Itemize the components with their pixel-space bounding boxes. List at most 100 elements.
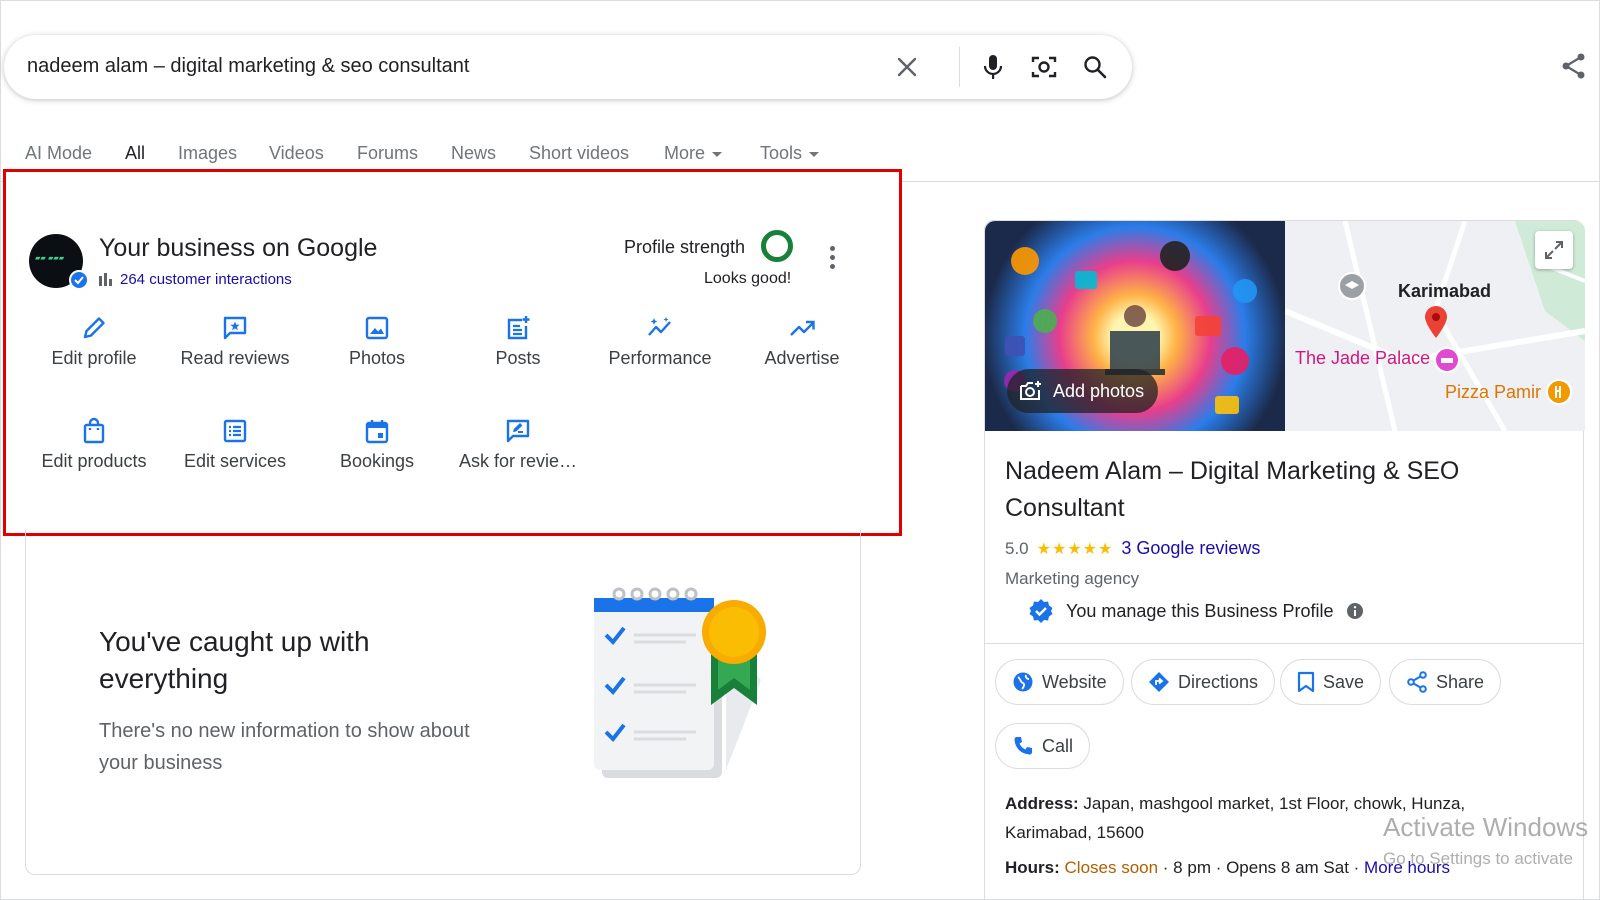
- checklist-award-illustration: [594, 587, 766, 778]
- ask-for-reviews-button[interactable]: Ask for revie…: [448, 417, 588, 472]
- rating-stars: ★★★★★: [1036, 540, 1114, 558]
- edit-services-button[interactable]: Edit services: [165, 417, 305, 472]
- tab-ai-mode[interactable]: AI Mode: [25, 143, 92, 164]
- search-input[interactable]: nadeem alam – digital marketing & seo co…: [27, 55, 469, 78]
- hours-status: Closes soon: [1064, 858, 1159, 877]
- logo-image: ▰▰ ▰▰▰: [35, 254, 65, 262]
- manage-profile-text: You manage this Business Profile: [1066, 600, 1334, 621]
- bar-chart-icon: [99, 273, 112, 286]
- search-bar[interactable]: nadeem alam – digital marketing & seo co…: [4, 35, 1132, 99]
- restaurant-icon: [1546, 379, 1572, 405]
- hours-label: Hours:: [1005, 858, 1060, 877]
- hotel-icon: [1434, 347, 1460, 373]
- action-label: Posts: [495, 348, 541, 368]
- map-poi-label: Pizza Pamir: [1445, 382, 1542, 402]
- search-divider: [959, 47, 960, 87]
- save-button[interactable]: Save: [1280, 659, 1382, 705]
- tab-more[interactable]: More: [664, 143, 723, 164]
- chevron-down-icon: [712, 151, 723, 157]
- phone-icon: [1014, 737, 1032, 755]
- search-icon[interactable]: [1080, 52, 1110, 82]
- tab-forums[interactable]: Forums: [357, 143, 418, 164]
- photos-button[interactable]: Photos: [307, 314, 447, 369]
- map-preview[interactable]: Karimabad The Jade Palace Pizza Pamir: [1285, 221, 1585, 431]
- business-category: Marketing agency: [1005, 569, 1140, 588]
- tab-tools[interactable]: Tools: [760, 143, 820, 164]
- action-label: Performance: [608, 348, 712, 368]
- call-label: Call: [1042, 735, 1074, 756]
- business-name: Nadeem Alam – Digital Marketing & SEO Co…: [1005, 457, 1460, 522]
- school-icon: [1338, 272, 1366, 300]
- shopping-bag-icon: [83, 417, 105, 444]
- action-label: Edit products: [41, 451, 147, 471]
- tab-videos[interactable]: Videos: [269, 143, 324, 164]
- share-label: Share: [1436, 671, 1485, 692]
- expand-icon[interactable]: [1535, 231, 1573, 269]
- tab-images[interactable]: Images: [178, 143, 237, 164]
- more-options-icon[interactable]: [827, 246, 837, 274]
- lens-icon[interactable]: [1029, 52, 1059, 82]
- trending-up-icon: [790, 320, 815, 336]
- advertise-button[interactable]: Advertise: [732, 314, 872, 369]
- edit-products-button[interactable]: Edit products: [24, 417, 164, 472]
- map-poi-label: The Jade Palace: [1295, 348, 1431, 368]
- directions-label: Directions: [1178, 671, 1259, 692]
- action-label: Advertise: [764, 348, 840, 368]
- website-button[interactable]: Website: [995, 659, 1124, 705]
- business-panel: ▰▰ ▰▰▰ Your business on Google 264 custo…: [3, 169, 902, 536]
- profile-strength-ring[interactable]: [761, 230, 793, 262]
- share-button[interactable]: Share: [1389, 659, 1502, 705]
- close-icon[interactable]: [892, 52, 922, 82]
- reviews-link[interactable]: 3 Google reviews: [1121, 538, 1260, 559]
- chevron-down-icon: [809, 151, 820, 157]
- verified-badge-icon: [69, 270, 89, 290]
- website-label: Website: [1042, 671, 1107, 692]
- bookings-button[interactable]: Bookings: [307, 417, 447, 472]
- add-photo-icon: [1020, 381, 1041, 400]
- panel-divider: [985, 643, 1583, 644]
- post-add-icon: [507, 316, 530, 340]
- rate-review-icon: [506, 419, 530, 443]
- business-title: Your business on Google: [99, 234, 378, 262]
- caught-up-subtitle: There's no new information to show about…: [99, 720, 470, 774]
- hours-detail: · 8 pm · Opens 8 am Sat ·: [1158, 858, 1365, 877]
- watermark-line-1: Activate Windows: [1383, 812, 1589, 842]
- share-icon: [1407, 671, 1427, 693]
- caught-up-title: You've caught up with everything: [99, 626, 370, 694]
- interactions-link[interactable]: 264 customer interactions: [99, 271, 292, 288]
- business-photo[interactable]: Add photos: [985, 221, 1285, 431]
- edit-profile-button[interactable]: Edit profile: [24, 314, 164, 369]
- posts-button[interactable]: Posts: [448, 314, 588, 369]
- share-icon[interactable]: [1560, 52, 1590, 82]
- knowledge-panel: Add photos Karimabad The Jade Palace Piz…: [984, 220, 1585, 900]
- manage-profile-row: You manage this Business Profile: [1028, 598, 1364, 624]
- action-label: Edit services: [183, 451, 287, 471]
- tab-short-videos[interactable]: Short videos: [529, 143, 629, 164]
- directions-button[interactable]: Directions: [1131, 659, 1276, 705]
- action-label: Edit profile: [51, 348, 137, 368]
- mic-icon[interactable]: [978, 52, 1008, 82]
- tab-tools-label: Tools: [760, 143, 803, 163]
- rating-value: 5.0: [1005, 538, 1029, 558]
- performance-button[interactable]: Performance: [590, 314, 730, 369]
- caught-up-card: You've caught up with everything There's…: [25, 530, 861, 875]
- globe-icon: [1013, 672, 1033, 692]
- add-photos-label: Add photos: [1053, 380, 1145, 401]
- image-icon: [365, 316, 389, 340]
- watermark-line-2: Go to Settings to activate: [1383, 849, 1573, 868]
- bookmark-icon: [1297, 671, 1315, 693]
- address-label: Address:: [1005, 794, 1079, 813]
- directions-icon: [1149, 672, 1169, 692]
- list-icon: [223, 419, 247, 443]
- action-label: Photos: [348, 348, 406, 368]
- review-icon: [223, 316, 247, 340]
- tab-news[interactable]: News: [451, 143, 496, 164]
- add-photos-button[interactable]: Add photos: [1007, 369, 1159, 413]
- read-reviews-button[interactable]: Read reviews: [165, 314, 305, 369]
- action-label: Read reviews: [180, 348, 290, 368]
- call-button[interactable]: Call: [995, 723, 1091, 769]
- tab-all[interactable]: All: [125, 143, 145, 164]
- info-icon[interactable]: [1346, 602, 1364, 620]
- map-place-label: Karimabad: [1398, 281, 1492, 301]
- interactions-text: 264 customer interactions: [120, 271, 292, 288]
